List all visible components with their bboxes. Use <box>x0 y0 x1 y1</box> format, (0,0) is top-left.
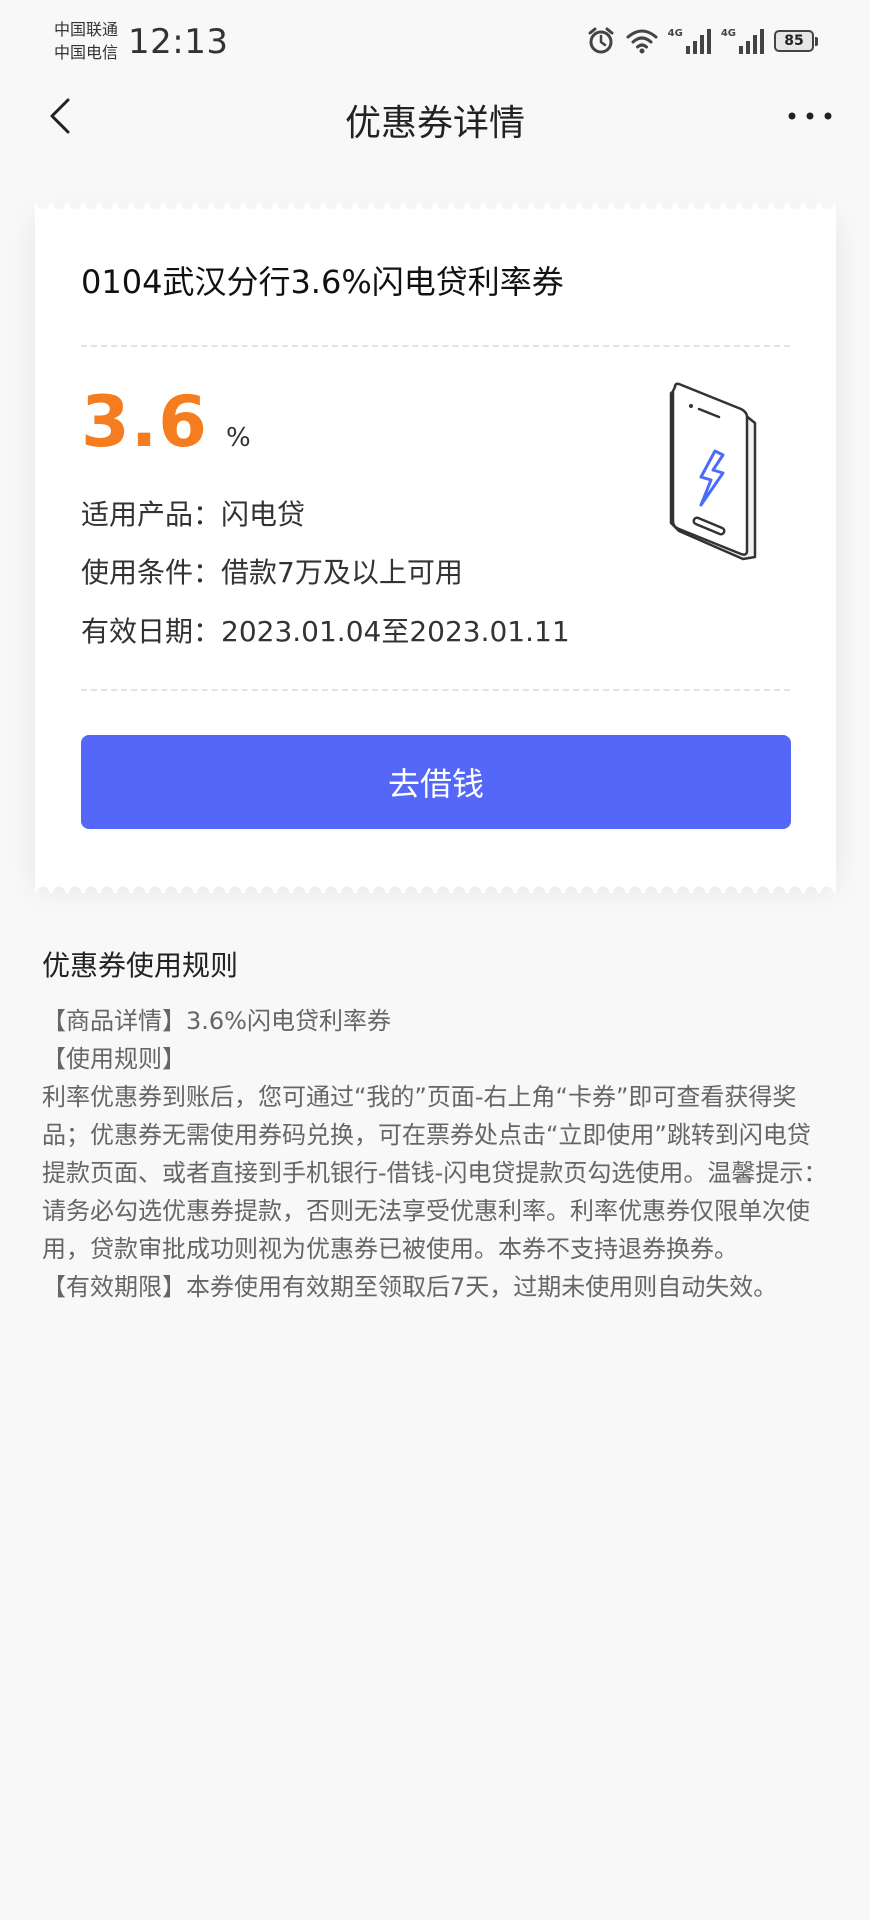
validity-row: 有效日期： 2023.01.04至2023.01.11 <box>81 610 570 650</box>
rules-body: 【商品详情】3.6%闪电贷利率券 【使用规则】 利率优惠券到账后，您可通过“我的… <box>42 1002 832 1306</box>
battery-body: 85 <box>774 30 814 52</box>
more-icon <box>788 112 832 120</box>
rules-title: 优惠券使用规则 <box>42 949 239 982</box>
signal-icon <box>739 29 764 54</box>
coupon-rate: 3.6 % <box>81 381 251 463</box>
condition-value: 借款7万及以上可用 <box>221 556 463 589</box>
validity-value: 2023.01.04至2023.01.11 <box>221 615 570 648</box>
signal-2: 4G <box>721 28 764 54</box>
network-type-2: 4G <box>720 28 736 39</box>
carrier-1: 中国联通 <box>54 20 119 39</box>
alarm-icon <box>588 27 614 54</box>
page-title: 优惠券详情 <box>344 103 525 144</box>
nav-bar: 优惠券详情 <box>0 84 870 148</box>
signal-icon <box>685 29 711 54</box>
rate-unit: % <box>226 423 251 453</box>
carrier-2: 中国电信 <box>54 43 119 62</box>
validity-label: 有效日期： <box>81 615 222 648</box>
wifi-icon <box>626 29 658 54</box>
product-label: 适用产品： <box>81 498 222 531</box>
rules-validity: 【有效期限】本券使用有效期至领取后7天，过期未使用则自动失效。 <box>42 1273 778 1301</box>
battery-cap <box>815 36 818 46</box>
carrier-info: 中国联通 中国电信 <box>54 18 118 64</box>
clock: 12:13 <box>128 22 229 62</box>
coupon-title: 0104武汉分行3.6%闪电贷利率券 <box>81 263 564 301</box>
network-type-1: 4G <box>667 28 683 39</box>
rules-usage-text: 利率优惠券到账后，您可通过“我的”页面-右上角“卡券”即可查看获得奖品；优惠券无… <box>42 1083 828 1263</box>
battery-level: 85 <box>784 33 804 49</box>
rate-value: 3.6 <box>81 381 209 463</box>
signal-1: 4G <box>668 28 711 54</box>
divider <box>81 345 790 347</box>
coupon-edge-bottom <box>35 881 836 893</box>
phone-lightning-icon <box>669 382 757 561</box>
more-button[interactable] <box>780 94 840 138</box>
status-icons: 4G 4G 85 <box>586 26 818 56</box>
product-value: 闪电贷 <box>221 498 306 531</box>
condition-row: 使用条件： 借款7万及以上可用 <box>81 551 463 591</box>
product-row: 适用产品： 闪电贷 <box>81 493 305 533</box>
borrow-button[interactable]: 去借钱 <box>81 735 791 829</box>
divider <box>81 689 790 691</box>
coupon-card: 0104武汉分行3.6%闪电贷利率券 3.6 % 适用产品： 闪电贷 使用条件：… <box>35 203 836 893</box>
battery-icon: 85 <box>774 30 818 52</box>
rules-product-detail: 【商品详情】3.6%闪电贷利率券 <box>42 1007 391 1035</box>
coupon-edge-top <box>35 203 836 215</box>
condition-label: 使用条件： <box>81 556 222 589</box>
rules-usage-heading: 【使用规则】 <box>42 1045 186 1073</box>
status-bar: 中国联通 中国电信 12:13 4G 4G 85 <box>0 0 870 84</box>
